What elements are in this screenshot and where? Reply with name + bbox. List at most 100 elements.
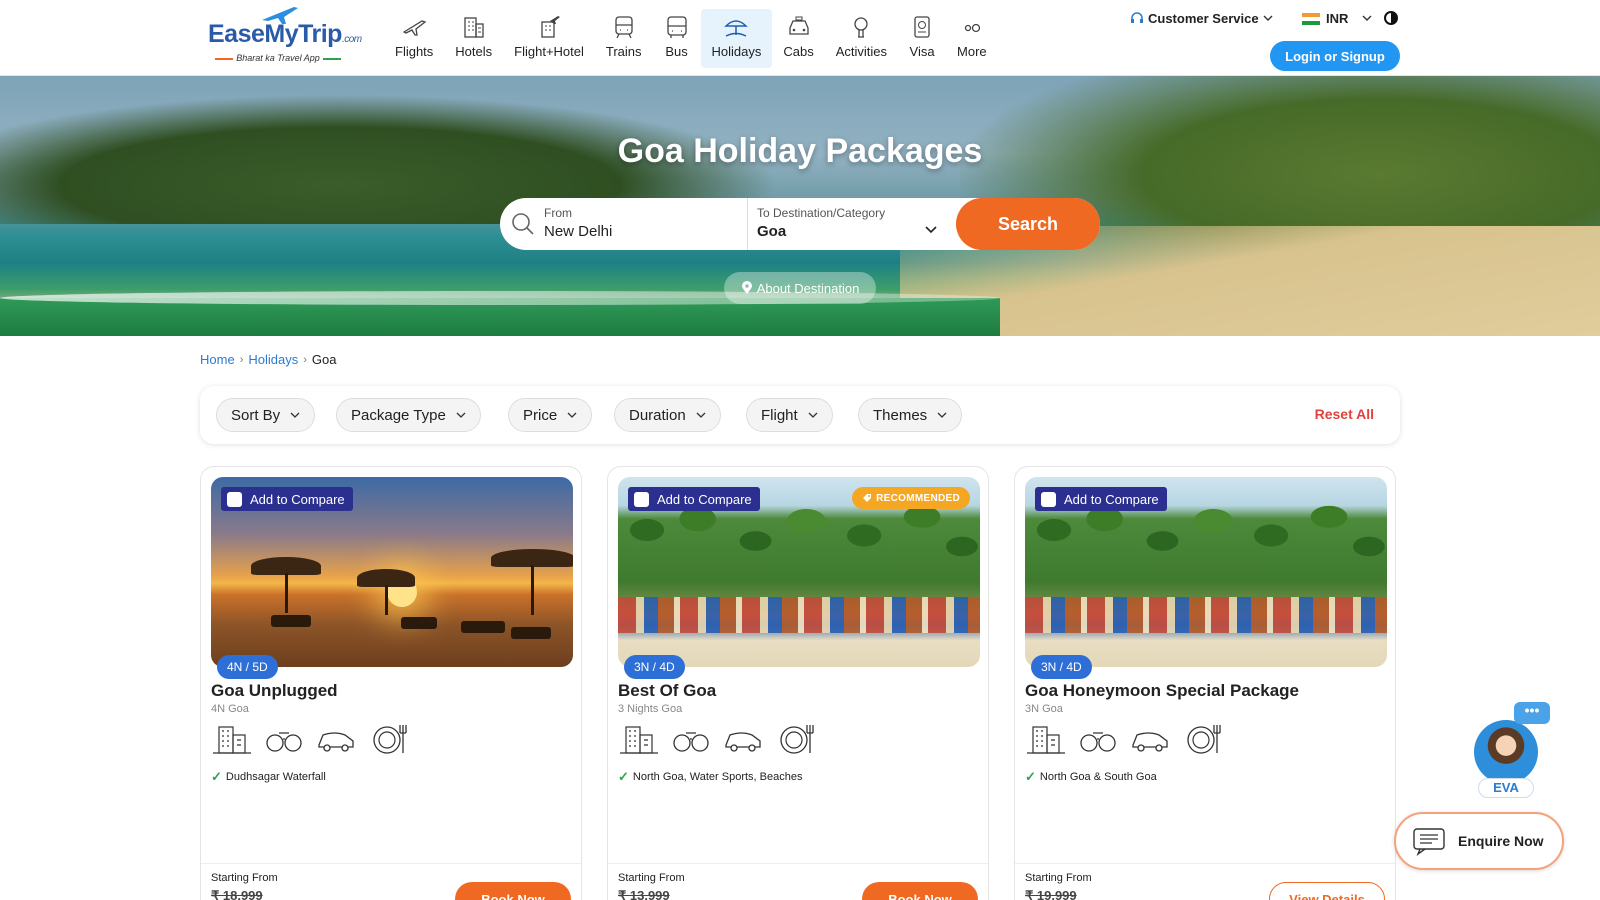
- highlight-text: Dudhsagar Waterfall: [225, 771, 326, 783]
- add-to-compare[interactable]: Add to Compare: [221, 487, 353, 511]
- nav-flight-hotel[interactable]: Flight+Hotel: [503, 9, 595, 68]
- filter-duration[interactable]: Duration: [614, 398, 721, 432]
- hotel-amenity-icon: [1027, 726, 1065, 754]
- breadcrumb-home[interactable]: Home: [200, 352, 235, 367]
- duration-badge: 3N / 4D: [1031, 655, 1092, 679]
- eva-avatar: [1474, 720, 1538, 784]
- nav-visa[interactable]: Visa: [898, 9, 946, 68]
- package-title[interactable]: Best Of Goa: [618, 681, 716, 701]
- eva-assistant[interactable]: ••• EVA: [1472, 700, 1552, 800]
- chevron-down-icon[interactable]: [925, 226, 937, 234]
- nav-hotels[interactable]: Hotels: [444, 9, 503, 68]
- package-price: ₹ 18,999: [211, 888, 263, 900]
- search-button[interactable]: Search: [956, 198, 1100, 250]
- check-icon: ✓: [1025, 769, 1036, 784]
- filter-package-type[interactable]: Package Type: [336, 398, 481, 432]
- activities-icon: [854, 17, 869, 38]
- chair-graphic: [461, 621, 505, 633]
- brand-tagline: Bharat ka Travel App: [208, 53, 348, 63]
- nav-label: Hotels: [455, 44, 493, 59]
- chevron-down-icon: [456, 412, 466, 418]
- compare-label: Add to Compare: [250, 491, 345, 507]
- breadcrumb-holidays[interactable]: Holidays: [248, 352, 298, 367]
- amenities: [618, 721, 816, 757]
- chevron-down-icon: [696, 412, 706, 418]
- nav-holidays[interactable]: Holidays: [700, 9, 773, 68]
- filter-label: Package Type: [351, 406, 446, 424]
- compare-checkbox[interactable]: [634, 491, 649, 507]
- filter-themes[interactable]: Themes: [858, 398, 963, 432]
- filter-flight[interactable]: Flight: [746, 398, 833, 432]
- view-details-button[interactable]: View Details: [1269, 882, 1385, 900]
- visa-icon: [914, 16, 930, 38]
- filter-sort-by[interactable]: Sort By: [216, 398, 316, 432]
- book-now-button[interactable]: Book Now: [455, 882, 571, 900]
- nav-bus[interactable]: Bus: [653, 9, 701, 68]
- from-value: New Delhi: [544, 223, 613, 240]
- package-image[interactable]: Add to Compare: [211, 477, 573, 667]
- about-destination-button[interactable]: About Destination: [724, 272, 876, 304]
- from-field[interactable]: From New Delhi: [544, 206, 744, 240]
- hotel-icon: [464, 17, 484, 38]
- hotel-amenity-icon: [213, 726, 251, 754]
- package-title[interactable]: Goa Honeymoon Special Package: [1025, 681, 1299, 701]
- login-signup-button[interactable]: Login or Signup: [1270, 41, 1400, 71]
- recommended-label: RECOMMENDED: [876, 492, 960, 504]
- package-card[interactable]: Add to Compare 3N / 4D Goa Honeymoon Spe…: [1014, 466, 1396, 900]
- headset-icon: [1131, 11, 1143, 23]
- nav-label: Visa: [909, 44, 935, 59]
- package-subtitle: 3N Goa: [1025, 703, 1063, 715]
- cab-icon: [788, 16, 809, 35]
- easemytrip-logo[interactable]: EaseMyTrip.com Bharat ka Travel App: [208, 6, 362, 66]
- theme-toggle-icon[interactable]: [1384, 11, 1398, 25]
- compare-label: Add to Compare: [1064, 491, 1159, 507]
- chevron-down-icon: [808, 412, 818, 418]
- nav-trains[interactable]: Trains: [595, 9, 653, 68]
- nav-flights[interactable]: Flights: [384, 9, 444, 68]
- compare-checkbox[interactable]: [227, 491, 242, 507]
- nav-more[interactable]: More: [946, 9, 998, 68]
- train-icon: [615, 16, 633, 39]
- nav-label: Holidays: [711, 44, 762, 59]
- customer-service-menu[interactable]: Customer Service: [1130, 11, 1273, 26]
- palm-graphic: [1025, 497, 1387, 607]
- filter-label: Themes: [873, 406, 928, 424]
- package-image[interactable]: Add to Compare RECOMMENDED: [618, 477, 980, 667]
- chevron-down-icon: [937, 412, 947, 418]
- umbrella-pole: [531, 565, 534, 615]
- card-footer: Starting From ₹ 19,999 View Details: [1015, 863, 1395, 900]
- meals-amenity-icon: [373, 725, 407, 754]
- transfer-amenity-icon: [1132, 732, 1168, 752]
- starting-from-label: Starting From: [211, 872, 278, 884]
- compare-checkbox[interactable]: [1041, 491, 1056, 507]
- breadcrumb-separator: ›: [303, 353, 307, 366]
- reset-all-button[interactable]: Reset All: [1315, 406, 1374, 422]
- destination-value: Goa: [757, 223, 787, 240]
- check-icon: ✓: [211, 769, 222, 784]
- chevron-down-icon: [290, 412, 300, 418]
- filter-price[interactable]: Price: [508, 398, 593, 432]
- add-to-compare[interactable]: Add to Compare: [628, 487, 760, 511]
- package-card[interactable]: Add to Compare 4N / 5D Goa Unplugged 4N …: [200, 466, 582, 900]
- breadcrumb: Home › Holidays › Goa: [200, 352, 336, 367]
- nav-activities[interactable]: Activities: [825, 9, 898, 68]
- starting-from-label: Starting From: [618, 872, 685, 884]
- currency-selector[interactable]: INR: [1302, 11, 1372, 26]
- location-pin-icon: [741, 281, 752, 294]
- package-card[interactable]: Add to Compare RECOMMENDED 3N / 4D Best …: [607, 466, 989, 900]
- compare-label: Add to Compare: [657, 491, 752, 507]
- package-title[interactable]: Goa Unplugged: [211, 681, 338, 701]
- nav-label: Cabs: [783, 44, 814, 59]
- package-image[interactable]: Add to Compare: [1025, 477, 1387, 667]
- book-now-button[interactable]: Book Now: [862, 882, 978, 900]
- chair-graphic: [271, 615, 311, 627]
- add-to-compare[interactable]: Add to Compare: [1035, 487, 1167, 511]
- filter-label: Flight: [761, 406, 798, 424]
- highlight-text: North Goa, Water Sports, Beaches: [632, 771, 803, 783]
- filter-label: Duration: [629, 406, 686, 424]
- top-header: EaseMyTrip.com Bharat ka Travel App Flig…: [0, 0, 1600, 76]
- destination-field[interactable]: To Destination/Category Goa: [757, 206, 947, 240]
- enquire-now-button[interactable]: Enquire Now: [1394, 812, 1564, 870]
- nav-label: More: [957, 44, 987, 59]
- nav-cabs[interactable]: Cabs: [772, 9, 824, 68]
